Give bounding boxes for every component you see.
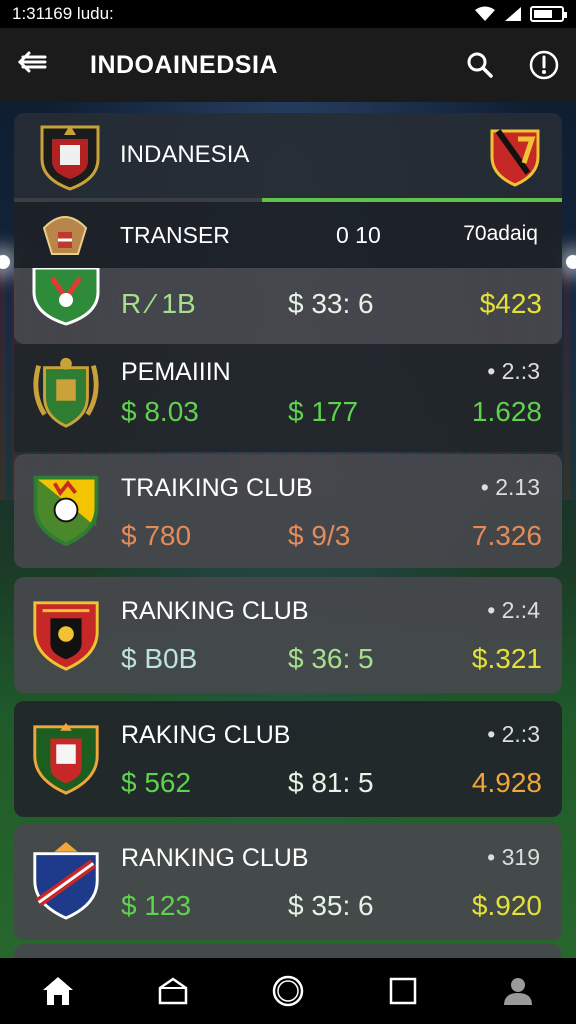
transfer-summary-row[interactable]: TRANSER 0 10 70adaiq [14,202,562,268]
club-rank: • 319 [487,844,540,870]
club-row[interactable]: RAKING CLUB • 2.:3 $ 562 $ 81: 5 4.928 [14,701,562,817]
rival-crest-icon [490,129,540,187]
search-button[interactable] [448,51,512,79]
club-row[interactable]: R ⁄ 1B $ 33: 6 $423 [14,268,562,344]
club-name: TRAIKING CLUB [121,474,313,502]
club-name: PEMAIIIN [121,358,231,386]
row-value-1: $ 562 [121,767,192,798]
row-value-3: 1.628 [471,396,542,427]
row-value-1: R ⁄ 1B [121,288,196,319]
home-icon [42,977,73,1005]
profile-icon [504,978,533,1005]
club-rank: • 2.:3 [487,358,540,384]
wifi-icon [475,6,495,21]
next-row-peek [14,944,562,958]
row-value-1: $ 123 [121,890,192,921]
club-crest-icon [40,125,100,191]
club-crest-icon [33,357,99,428]
info-icon [529,50,559,80]
row-value-2: $ 33: 6 [288,288,374,319]
row-value-3: $.321 [471,643,542,674]
signal-icon [505,7,521,21]
club-row[interactable]: RANKING CLUB • 2.:4 $ B0B $ 36: 5 $.321 [14,577,562,693]
transfer-score: 0 10 [336,222,381,248]
row-value-1: $ 780 [121,520,192,551]
nav-circle-button[interactable] [258,966,318,1016]
club-row[interactable]: RANKING CLUB • 319 $ 123 $ 35: 6 $.920 [14,824,562,940]
team-header-card[interactable]: INDANESIA [14,113,562,203]
app-bar: INDOAINEDSIA [0,28,576,102]
row-value-3: 7.326 [471,520,542,551]
status-icons [474,6,567,22]
back-button[interactable] [0,48,64,82]
row-value-3: $.920 [471,890,542,921]
search-icon [467,52,493,78]
row-value-2: $ 177 [288,396,359,427]
box-icon [158,977,188,1005]
club-name: RAKING CLUB [121,721,291,749]
floodlight [0,255,10,269]
club-crest-icon [33,601,99,671]
row-value-3: $423 [479,288,542,319]
club-rank: • 2.:3 [487,721,540,747]
bottom-navigation [0,958,576,1024]
transfer-label: TRANSER [120,222,230,248]
circle-icon [272,975,304,1007]
club-row[interactable]: TRAIKING CLUB • 2.13 $ 780 $ 9/3 7.326 [14,454,562,568]
club-crest-icon [33,842,99,920]
club-crest-icon [32,268,100,326]
club-crest-icon [33,722,99,795]
team-name: INDANESIA [120,141,250,168]
row-value-2: $ 35: 6 [288,890,374,921]
info-button[interactable] [512,49,576,81]
club-name: RANKING CLUB [121,597,309,625]
row-value-2: $ 81: 5 [288,767,374,798]
nav-profile-button[interactable] [488,966,548,1016]
battery-icon [530,6,567,22]
club-row[interactable]: PEMAIIIN • 2.:3 $ 8.03 $ 177 1.628 [14,344,562,452]
transfer-rank: 70adaiq [463,222,538,245]
club-name: RANKING CLUB [121,844,309,872]
club-crest-icon [33,475,99,547]
floodlight [566,255,576,269]
row-value-1: $ B0B [121,643,198,674]
row-value-1: $ 8.03 [121,396,199,427]
back-arrow-icon [17,51,47,73]
nav-square-button[interactable] [373,966,433,1016]
garuda-crest-icon [42,216,88,255]
nav-home-button[interactable] [28,966,88,1016]
row-value-3: 4.928 [471,767,542,798]
status-time: 1:31169 ludu: [12,4,114,23]
club-rank: • 2.13 [480,474,540,500]
status-bar: 1:31169 ludu: [0,0,576,28]
club-rank: • 2.:4 [487,597,540,623]
square-icon [389,977,417,1005]
row-value-2: $ 9/3 [288,520,351,551]
page-title: INDOAINEDSIA [90,50,278,79]
row-value-2: $ 36: 5 [288,643,374,674]
nav-box-button[interactable] [143,966,203,1016]
